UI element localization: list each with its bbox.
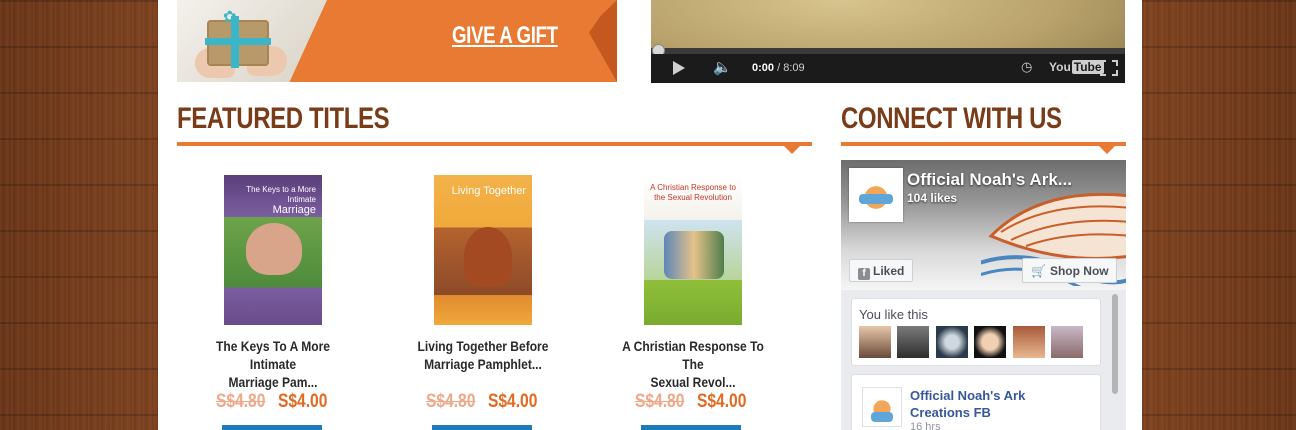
fb-post-author-line1: Official Noah's Ark — [910, 388, 1026, 403]
noahs-ark-logo — [863, 388, 901, 426]
video-player[interactable]: 🔈 0:00 / 8:09 ◷ You Tube — [651, 0, 1125, 83]
cover-text: Living Together — [440, 185, 526, 198]
cover-family — [664, 231, 724, 279]
cover-title: Living Together — [451, 185, 526, 197]
price-sale: S$4.00 — [278, 391, 328, 412]
youtube-tube: Tube — [1071, 60, 1104, 74]
featured-rule — [177, 142, 812, 146]
connect-rule-arrow — [1098, 145, 1116, 154]
gift-photo: ✿ — [177, 0, 327, 82]
product-name-line2: Marriage Pam... — [228, 374, 318, 390]
avatar[interactable] — [935, 326, 968, 358]
fb-post-author[interactable]: Official Noah's Ark Creations FB — [910, 387, 1025, 421]
volume-icon[interactable]: 🔈 — [713, 58, 732, 76]
cover-subtitle: The Keys to a More Intimate — [246, 185, 316, 204]
connect-heading: CONNECT WITH US — [841, 102, 1062, 135]
cover-woman — [464, 227, 512, 287]
avatar[interactable] — [1012, 326, 1045, 358]
cover-text: The Keys to a More Intimate Marriage — [230, 185, 316, 217]
play-icon[interactable] — [673, 61, 685, 75]
product-name-line2: Marriage Pamphlet... — [424, 356, 542, 372]
cover-title: A Christian Response to the Sexual Revol… — [650, 183, 736, 202]
fb-friend-avatars — [859, 326, 1085, 363]
video-current-time: 0:00 — [752, 62, 775, 74]
cover-title: Marriage — [272, 204, 316, 217]
product-name-line2: Sexual Revol... — [650, 374, 736, 390]
cover-couple — [246, 223, 302, 275]
product-cover[interactable]: The Keys to a More Intimate Marriage — [224, 175, 322, 325]
product-name-line1: The Keys To A More Intimate — [216, 338, 330, 372]
add-to-cart-button[interactable] — [432, 425, 532, 430]
add-to-cart-button[interactable] — [641, 425, 741, 430]
fb-liked-button[interactable]: f Liked — [849, 259, 913, 282]
product-name[interactable]: The Keys To A More Intimate Marriage Pam.… — [191, 337, 354, 391]
connect-rule — [841, 142, 1126, 146]
product-name[interactable]: Living Together Before Marriage Pamphlet.… — [401, 337, 564, 373]
avatar[interactable] — [897, 326, 930, 358]
fb-page-name[interactable]: Official Noah's Ark... — [907, 170, 1072, 190]
product-cover[interactable]: A Christian Response to the Sexual Revol… — [644, 175, 742, 325]
fb-post-card: Official Noah's Ark Creations FB 16 hrs — [851, 374, 1101, 430]
fb-scrollbar[interactable] — [1110, 292, 1120, 430]
featured-titles-heading: FEATURED TITLES — [177, 102, 390, 135]
fb-post-author-line2: Creations FB — [910, 405, 991, 420]
watch-later-icon[interactable]: ◷ — [1021, 59, 1032, 75]
video-duration: / 8:09 — [777, 62, 805, 74]
fb-you-like-text: You like this — [859, 307, 928, 322]
avatar[interactable] — [859, 326, 891, 358]
fb-friends-card: You like this — [851, 298, 1101, 366]
give-a-gift-link[interactable]: GIVE A GIFT — [452, 22, 558, 50]
cover-text: A Christian Response to the Sexual Revol… — [648, 183, 738, 202]
page-content: ✿ GIVE A GIFT 🔈 0:00 / 8:09 ◷ You Tube FE… — [158, 0, 1142, 430]
price-original: S$4.80 — [635, 391, 685, 412]
gift-ribbon — [205, 38, 271, 45]
price-original: S$4.80 — [216, 391, 266, 412]
add-to-cart-button[interactable] — [222, 425, 322, 430]
fb-like-count: 104 likes — [907, 191, 958, 205]
noahs-ark-logo — [851, 170, 901, 220]
fb-post-timestamp: 16 hrs — [910, 421, 941, 430]
video-time: 0:00 / 8:09 — [752, 62, 805, 74]
fb-cover-photo[interactable]: Official Noah's Ark... 104 likes f Liked … — [841, 160, 1126, 290]
avatar[interactable] — [974, 326, 1007, 358]
product-name-line1: Living Together Before — [417, 338, 549, 354]
video-controls: 🔈 0:00 / 8:09 ◷ You Tube — [651, 54, 1125, 83]
price-sale: S$4.00 — [697, 391, 747, 412]
fb-shop-now-button[interactable]: 🛒 Shop Now — [1022, 258, 1117, 283]
gift-bow-icon: ✿ — [223, 9, 237, 26]
cart-icon: 🛒 — [1031, 264, 1046, 278]
facebook-page-widget: Official Noah's Ark... 104 likes f Liked … — [841, 160, 1126, 430]
fb-shop-label: Shop Now — [1049, 264, 1109, 278]
avatar[interactable] — [1051, 326, 1084, 358]
banner-notch — [589, 0, 617, 82]
fb-scrollbar-thumb[interactable] — [1112, 294, 1118, 394]
featured-rule-arrow — [783, 145, 801, 154]
youtube-logo[interactable]: You Tube — [1049, 60, 1104, 74]
fb-page-logo[interactable] — [849, 168, 903, 222]
fb-post-avatar[interactable] — [862, 387, 902, 427]
youtube-you: You — [1049, 60, 1071, 74]
product-name-line1: A Christian Response To The — [622, 338, 764, 372]
product-name[interactable]: A Christian Response To The Sexual Revol.… — [611, 337, 774, 391]
price-original: S$4.80 — [426, 391, 476, 412]
fullscreen-icon[interactable] — [1100, 60, 1118, 76]
fb-liked-label: Liked — [873, 264, 905, 278]
gift-banner[interactable]: ✿ GIVE A GIFT — [177, 0, 617, 82]
price-sale: S$4.00 — [488, 391, 538, 412]
facebook-f-icon: f — [858, 268, 870, 280]
product-cover[interactable]: Living Together — [434, 175, 532, 325]
